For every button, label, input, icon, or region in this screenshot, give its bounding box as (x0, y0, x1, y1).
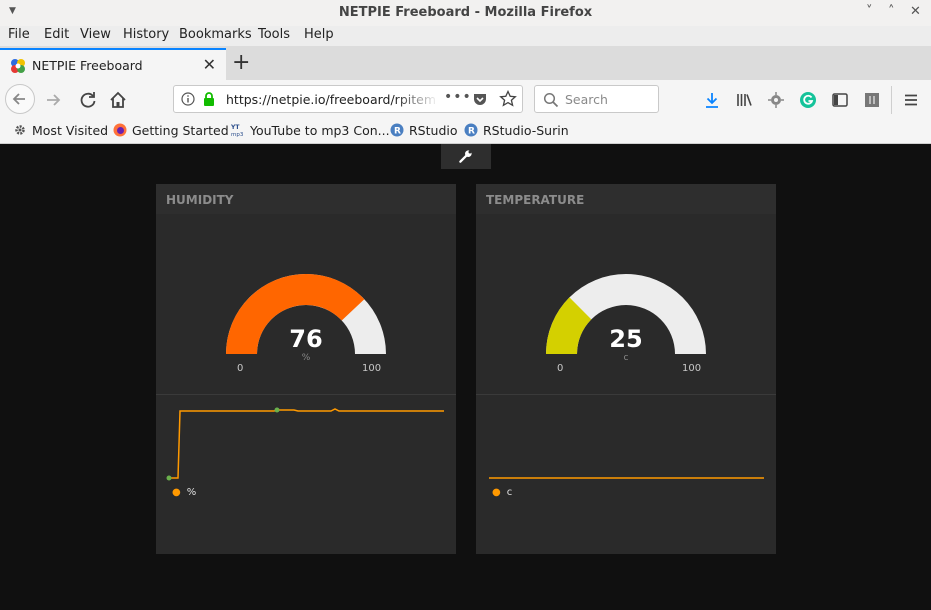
sparkline-max-marker (274, 407, 280, 413)
bookmark-label: Getting Started (132, 123, 229, 138)
library-icon[interactable] (735, 91, 753, 109)
search-icon (543, 92, 559, 108)
navigation-toolbar: https://netpie.io/freeboard/rpitem ••• S… (0, 80, 931, 120)
menu-tools[interactable]: Tools (258, 27, 290, 42)
svg-text:R: R (394, 127, 401, 137)
extension-target-icon[interactable] (767, 91, 785, 109)
sparkline-legend: ● c (492, 487, 512, 498)
back-arrow-icon (12, 93, 25, 105)
legend-label: % (186, 487, 197, 498)
gauge-value: 25 (609, 325, 643, 353)
menu-history[interactable]: History (123, 27, 169, 42)
bookmark-label: YouTube to mp3 Con... (250, 123, 390, 138)
grammarly-icon[interactable] (799, 91, 817, 109)
window-title: NETPIE Freeboard - Mozilla Firefox (338, 5, 593, 20)
download-icon[interactable] (703, 91, 721, 109)
maximize-icon[interactable]: ˄ (888, 4, 895, 19)
sparkline-legend: ●% (172, 487, 196, 498)
bookmark-rstudio[interactable]: R RStudio (390, 123, 458, 138)
tab-close-icon[interactable]: ✕ (203, 55, 216, 74)
window-titlebar: ▼ NETPIE Freeboard - Mozilla Firefox ˅ ˄… (0, 0, 931, 27)
forward-arrow-icon[interactable] (42, 88, 66, 112)
firefox-icon (113, 123, 127, 137)
hamburger-menu-icon[interactable] (902, 91, 920, 109)
humidity-sparkline (166, 407, 444, 481)
reload-icon[interactable] (76, 88, 100, 112)
tab-title: NETPIE Freeboard (32, 58, 143, 73)
bookmark-rstudio-surin[interactable]: R RStudio-Surin (464, 123, 569, 138)
bookmarks-toolbar: Most Visited Getting Started YT mp3 YouT… (0, 120, 931, 144)
gauge-units: % (301, 353, 311, 363)
bookmark-star-icon[interactable] (499, 90, 517, 108)
info-icon[interactable] (181, 92, 195, 106)
home-icon[interactable] (106, 88, 130, 112)
search-input[interactable]: Search (534, 85, 659, 113)
gauge-max-label: 100 (682, 363, 702, 374)
url-fade (394, 88, 439, 110)
pane-humidity: HUMIDITY 76 % 0 100 ●% (156, 184, 456, 554)
back-button[interactable] (5, 84, 35, 114)
search-placeholder: Search (565, 92, 608, 107)
pocket-icon[interactable] (472, 91, 488, 107)
board-tools-toggle[interactable] (441, 144, 491, 169)
close-window-icon[interactable]: ✕ (910, 4, 921, 19)
rstudio-icon: R (464, 123, 478, 137)
svg-text:YT: YT (231, 124, 240, 131)
url-bar[interactable]: https://netpie.io/freeboard/rpitem ••• (173, 85, 523, 113)
bookmark-label: Most Visited (32, 123, 109, 138)
menu-bookmarks[interactable]: Bookmarks (179, 27, 252, 42)
tab-netpie-freeboard[interactable]: NETPIE Freeboard ✕ (0, 48, 226, 80)
menu-view[interactable]: View (80, 27, 111, 42)
bookmark-getting-started[interactable]: Getting Started (113, 123, 229, 138)
legend-dot-icon: ● (172, 487, 181, 498)
sparkline-min-marker (166, 475, 172, 481)
gear-icon (15, 125, 25, 135)
freeboard-dashboard: HUMIDITY 76 % 0 100 ●% TEMPERATURE 25 c … (0, 144, 931, 610)
menu-help[interactable]: Help (304, 27, 334, 42)
sparkline-line (168, 408, 444, 479)
gauge-min-label: 0 (237, 363, 244, 374)
pane-temperature: TEMPERATURE 25 c 0 100 ● c (476, 184, 776, 554)
menu-edit[interactable]: Edit (44, 27, 69, 42)
sidebar-icon[interactable] (831, 91, 849, 109)
lock-icon[interactable] (202, 91, 216, 107)
new-tab-icon[interactable]: + (232, 50, 250, 75)
svg-text:R: R (468, 127, 475, 137)
netpie-favicon-icon (11, 59, 25, 73)
minimize-icon[interactable]: ˅ (866, 4, 873, 19)
menu-bar: File Edit View History Bookmarks Tools H… (0, 26, 931, 46)
temperature-sparkline (489, 477, 764, 479)
gauge-units: c (623, 353, 629, 363)
bookmark-most-visited[interactable]: Most Visited (13, 123, 108, 138)
tab-bar: NETPIE Freeboard ✕ + (0, 46, 931, 80)
svg-text:mp3: mp3 (231, 132, 244, 137)
toolbar-separator (891, 86, 892, 114)
gauge-max-label: 100 (362, 363, 382, 374)
yt-mp3-icon: YT mp3 (231, 124, 244, 137)
bookmark-label: RStudio (409, 123, 458, 138)
page-actions-icon[interactable]: ••• (444, 89, 472, 105)
wrench-icon (459, 150, 472, 163)
legend-dot-icon: ● (492, 487, 501, 498)
legend-label: c (506, 487, 513, 498)
rstudio-icon: R (390, 123, 404, 137)
bookmark-label: RStudio-Surin (483, 123, 569, 138)
gauge-value: 76 (289, 325, 323, 353)
menu-file[interactable]: File (8, 27, 30, 42)
gauge-min-label: 0 (557, 363, 564, 374)
reader-extension-icon[interactable] (863, 91, 881, 109)
bookmark-youtube-to-mp3[interactable]: YT mp3 YouTube to mp3 Con... (231, 123, 390, 138)
